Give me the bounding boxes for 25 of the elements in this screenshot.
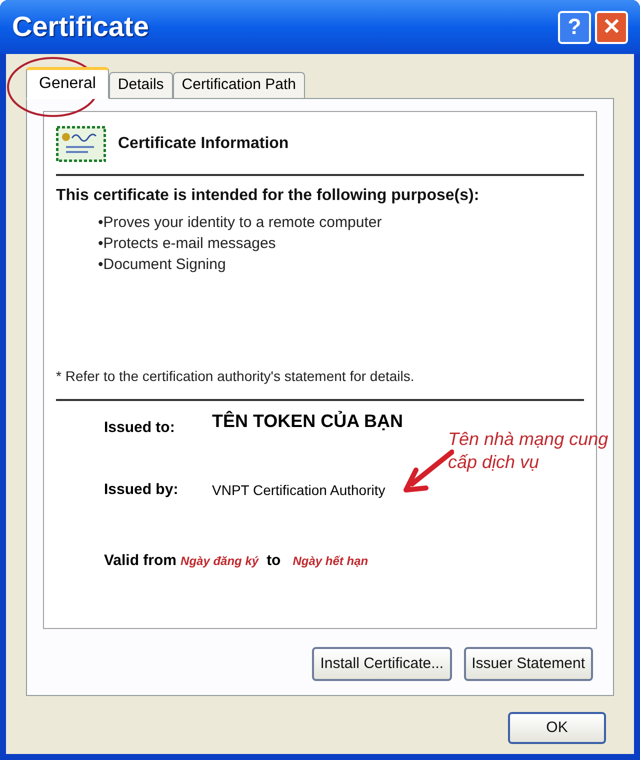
ok-button[interactable]: OK [508, 712, 606, 744]
purpose-item: •Document Signing [98, 255, 227, 275]
issuer-statement-button[interactable]: Issuer Statement [464, 647, 593, 681]
annotation-text: Tên nhà mạng cung cấp dịch vụ [448, 428, 610, 474]
tab[interactable]: Details [108, 72, 173, 98]
issued-by-label: Issued by: [104, 480, 180, 500]
valid-from-date: Ngày đăng ký [180, 552, 259, 570]
purpose-item: •Proves your identity to a remote computer [98, 213, 383, 233]
footnote: * Refer to the certification authority's statement for details. [56, 366, 584, 400]
valid-to-date: Ngày hết hạn [292, 552, 368, 570]
install-certificate-button[interactable]: Install Certificate... [312, 647, 452, 681]
purpose-heading: This certificate is intended for the following purpose(s): [56, 186, 480, 206]
valid-to-label: to [266, 550, 281, 570]
tab[interactable]: Certification Path [172, 72, 306, 98]
issued-by-value: VNPT Certification Authority [212, 480, 386, 500]
section-heading: Certificate Information [118, 134, 289, 154]
tab[interactable]: General [26, 67, 109, 99]
issued-to-label: Issued to: [104, 418, 176, 438]
close-button[interactable]: ✕ [595, 10, 628, 44]
certificate-icon [56, 126, 106, 162]
purpose-item: •Protects e-mail messages [98, 234, 277, 254]
help-button[interactable]: ? [558, 10, 591, 44]
window-title: Certificate [12, 10, 150, 44]
valid-from-label: Valid from [104, 550, 177, 570]
issued-to-value: TÊN TOKEN CỦA BẠN [212, 410, 404, 434]
